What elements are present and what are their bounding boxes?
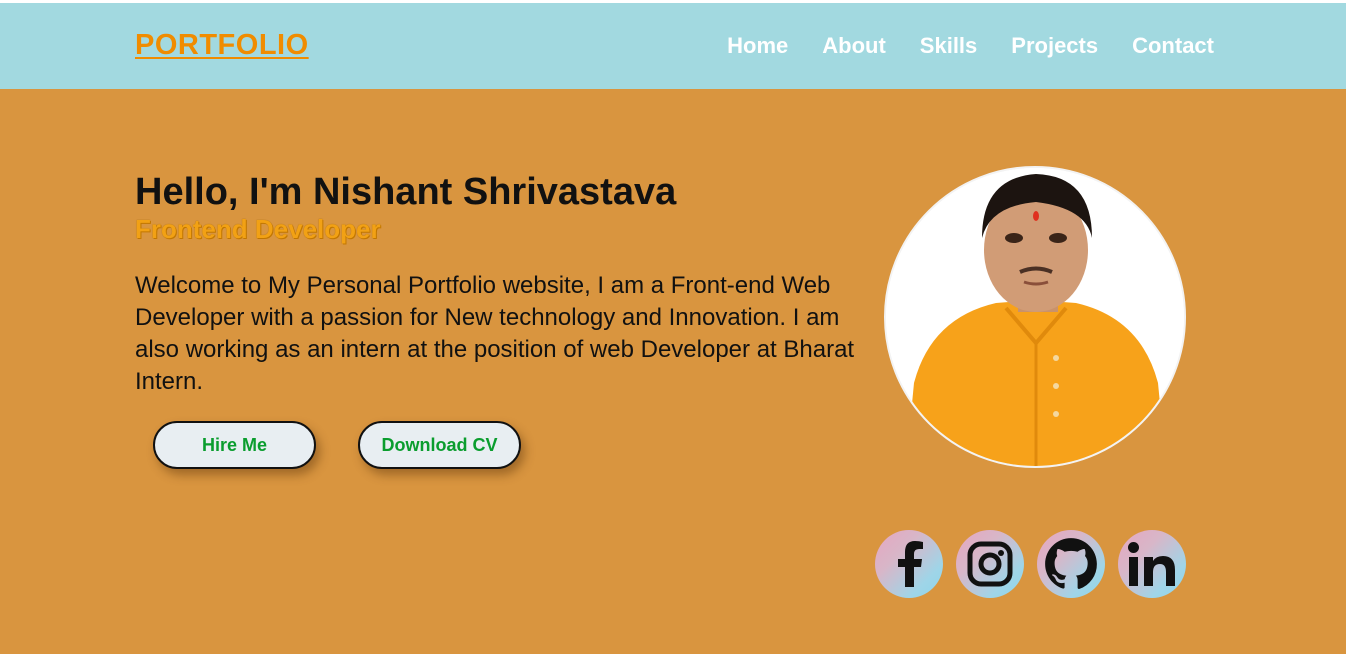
facebook-icon[interactable] — [875, 530, 943, 598]
hero-intro: Welcome to My Personal Portfolio website… — [135, 272, 855, 395]
linkedin-icon[interactable] — [1118, 530, 1186, 598]
hero-role: Frontend Developer — [135, 214, 381, 244]
logo-link[interactable]: PORTFOLIO — [135, 29, 309, 62]
nav-about[interactable]: About — [822, 33, 886, 59]
instagram-glyph — [967, 541, 1013, 587]
download-cv-button[interactable]: Download CV — [358, 421, 521, 469]
instagram-icon[interactable] — [956, 530, 1024, 598]
nav-home[interactable]: Home — [727, 33, 788, 59]
social-links — [875, 530, 1186, 598]
profile-photo — [884, 166, 1186, 468]
navbar: PORTFOLIO Home About Skills Projects Con… — [0, 3, 1346, 89]
hero-buttons: Hire Me Download CV — [153, 421, 521, 469]
nav-contact[interactable]: Contact — [1132, 33, 1214, 59]
github-icon[interactable] — [1037, 530, 1105, 598]
hire-me-button[interactable]: Hire Me — [153, 421, 316, 469]
nav-projects[interactable]: Projects — [1011, 33, 1098, 59]
hero-greeting: Hello, I'm Nishant Shrivastava — [135, 171, 677, 213]
github-glyph — [1045, 538, 1097, 589]
facebook-glyph — [898, 541, 923, 587]
hero-section: Hello, I'm Nishant Shrivastava Frontend … — [135, 170, 895, 398]
portrait-photo — [886, 168, 1184, 466]
nav-skills[interactable]: Skills — [920, 33, 977, 59]
linkedin-glyph — [1128, 542, 1175, 586]
nav-links: Home About Skills Projects Contact — [727, 33, 1214, 59]
